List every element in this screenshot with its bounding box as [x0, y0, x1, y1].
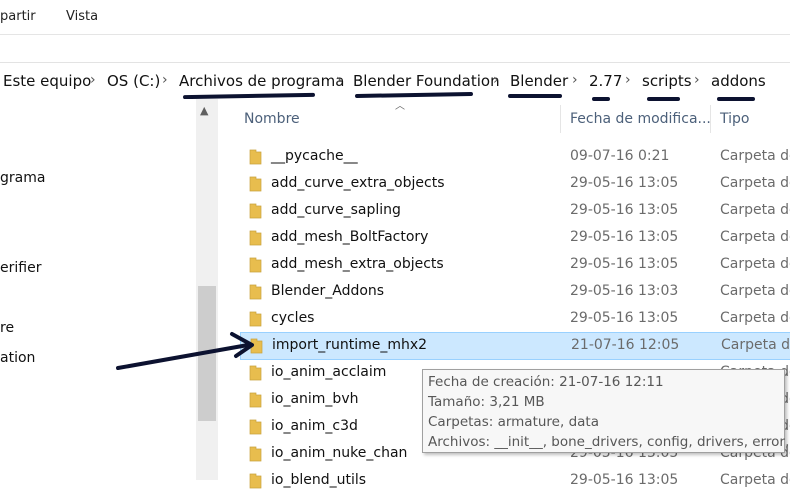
pointer-arrow-annotation: [116, 332, 254, 370]
